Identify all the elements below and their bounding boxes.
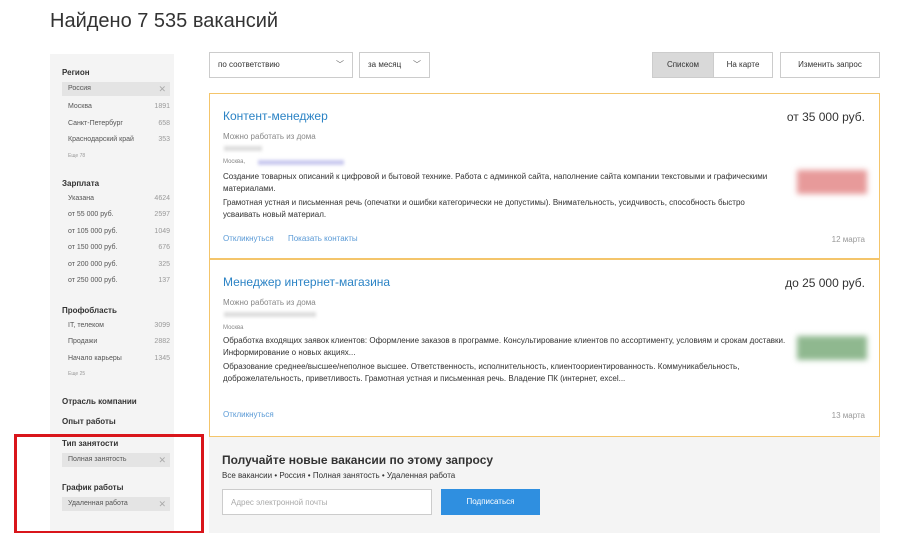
respond-link[interactable]: Откликнуться: [223, 234, 274, 243]
filter-item[interactable]: IT, телеком 3099: [62, 318, 170, 335]
chevron-down-icon: ﹀: [413, 60, 421, 69]
chip-label: Россия: [68, 85, 91, 92]
filter-item-label: Москва: [68, 103, 92, 110]
filter-item[interactable]: Указана 4624: [62, 191, 170, 208]
show-contacts-link[interactable]: Показать контакты: [288, 234, 358, 243]
filter-item-count: 1049: [154, 227, 170, 235]
vacancy-salary: до 25 000 руб.: [785, 276, 865, 290]
filter-item-label: Начало карьеры: [68, 354, 122, 362]
filter-item-count: 2882: [154, 338, 170, 345]
subscribe-description: Все вакансии • Россия • Полная занятость…: [222, 471, 456, 480]
selected-filter-chip[interactable]: Россия ✕: [62, 82, 170, 96]
filter-region: Регион Россия ✕ Москва 1891 Санкт-Петербу…: [62, 66, 174, 163]
vacancy-title-link[interactable]: Контент-менеджер: [223, 109, 328, 123]
filter-salary: Зарплата Указана 4624 от 55 000 руб. 2597 …: [62, 177, 174, 290]
filter-item[interactable]: от 105 000 руб. 1049: [62, 224, 170, 241]
vacancy-remote-note: Можно работать из дома: [223, 298, 316, 307]
period-select-value: за месяц: [368, 60, 402, 69]
filter-item[interactable]: от 150 000 руб. 676: [62, 240, 170, 257]
page-title: Найдено 7 535 вакансий: [50, 10, 279, 32]
filter-item-label: от 55 000 руб.: [68, 211, 114, 218]
vacancy-description: Создание товарных описаний к цифровой и …: [223, 172, 768, 193]
filter-heading-experience[interactable]: Опыт работы: [62, 415, 174, 429]
subscribe-button[interactable]: Подписаться: [441, 489, 540, 515]
respond-link[interactable]: Откликнуться: [223, 410, 274, 419]
blurred-address: [258, 160, 344, 165]
filter-item-label: от 250 000 руб.: [68, 277, 118, 284]
email-field[interactable]: [222, 489, 432, 515]
filter-item-count: 137: [158, 277, 170, 284]
vacancy-card: Менеджер интернет-магазина до 25 000 руб…: [209, 259, 880, 437]
filter-item-label: Продажи: [68, 338, 98, 345]
vacancy-date: 13 марта: [831, 411, 865, 420]
filter-profarea: Профобласть IT, телеком 3099 Продажи 2882 …: [62, 304, 174, 382]
subscribe-title: Получайте новые вакансии по этому запрос…: [222, 453, 494, 467]
filter-item[interactable]: Москва 1891: [62, 99, 170, 116]
vacancy-remote-note: Можно работать из дома: [223, 132, 316, 141]
filter-industry: Отрасль компании: [62, 395, 174, 409]
filter-item[interactable]: Продажи 2882: [62, 334, 170, 351]
vacancy-salary: от 35 000 руб.: [786, 110, 865, 124]
annotation-highlight-box: [14, 434, 204, 533]
filter-heading: Зарплата: [62, 178, 100, 188]
filter-experience: Опыт работы: [62, 415, 174, 429]
vacancy-city: Москва,: [223, 159, 246, 165]
show-more-link[interactable]: Еще 25: [62, 367, 174, 381]
blurred-company-name: [224, 146, 262, 151]
filter-item-label: от 105 000 руб.: [68, 227, 118, 235]
filter-item[interactable]: Краснодарский край 353: [62, 132, 170, 149]
sort-select[interactable]: по соответствию ﹀: [209, 52, 353, 78]
filter-heading: Профобласть: [62, 305, 117, 315]
vacancy-actions: Откликнуться Показать контакты: [223, 234, 370, 243]
vacancy-title-link[interactable]: Менеджер интернет-магазина: [223, 275, 390, 289]
filter-item-count: 4624: [154, 194, 170, 202]
vacancy-requirements: Образование среднее/высшее/неполное высш…: [223, 362, 740, 383]
filter-item-count: 1345: [154, 354, 170, 362]
filter-item[interactable]: от 200 000 руб. 325: [62, 257, 170, 274]
filter-item-label: Краснодарский край: [68, 136, 134, 143]
filter-item[interactable]: от 55 000 руб. 2597: [62, 207, 170, 224]
chevron-down-icon: ﹀: [336, 60, 344, 69]
vacancy-requirements: Грамотная устная и письменная речь (опеч…: [223, 198, 745, 219]
filter-item[interactable]: от 250 000 руб. 137: [62, 273, 170, 290]
period-select[interactable]: за месяц ﹀: [359, 52, 430, 78]
sort-select-value: по соответствию: [218, 60, 280, 69]
filter-item-count: 676: [158, 244, 170, 251]
show-more-link[interactable]: Еще 78: [62, 149, 174, 163]
filter-item-count: 658: [158, 119, 170, 127]
subscribe-panel: Получайте новые вакансии по этому запрос…: [209, 437, 880, 533]
view-map-button[interactable]: На карте: [713, 52, 773, 78]
filter-item-label: IT, телеком: [68, 321, 104, 329]
filter-item-count: 325: [158, 260, 170, 268]
vacancy-date: 12 марта: [831, 235, 865, 244]
filter-item-count: 2597: [154, 211, 170, 218]
filter-item-label: от 200 000 руб.: [68, 260, 118, 268]
vacancy-card: Контент-менеджер от 35 000 руб. Можно ра…: [209, 93, 880, 259]
company-logo[interactable]: [797, 336, 867, 360]
filter-item-count: 1891: [154, 103, 170, 110]
filter-item[interactable]: Санкт-Петербург 658: [62, 116, 170, 133]
filter-item-count: 3099: [154, 321, 170, 329]
filter-heading-industry[interactable]: Отрасль компании: [62, 395, 174, 409]
change-query-button[interactable]: Изменить запрос: [780, 52, 880, 78]
blurred-company-name: [224, 312, 316, 317]
filter-item-label: Указана: [68, 194, 95, 202]
view-list-button[interactable]: Списком: [652, 52, 714, 78]
vacancy-actions: Откликнуться: [223, 410, 286, 419]
close-icon[interactable]: ✕: [158, 82, 166, 96]
filter-item-count: 353: [158, 136, 170, 143]
company-logo[interactable]: [797, 170, 867, 194]
filter-item[interactable]: Начало карьеры 1345: [62, 351, 170, 368]
filter-item-label: Санкт-Петербург: [68, 119, 123, 127]
vacancy-description: Обработка входящих заявок клиентов: Офор…: [223, 336, 786, 357]
filter-heading: Регион: [62, 68, 90, 77]
filter-item-label: от 150 000 руб.: [68, 244, 118, 251]
vacancy-city: Москва: [223, 325, 244, 331]
